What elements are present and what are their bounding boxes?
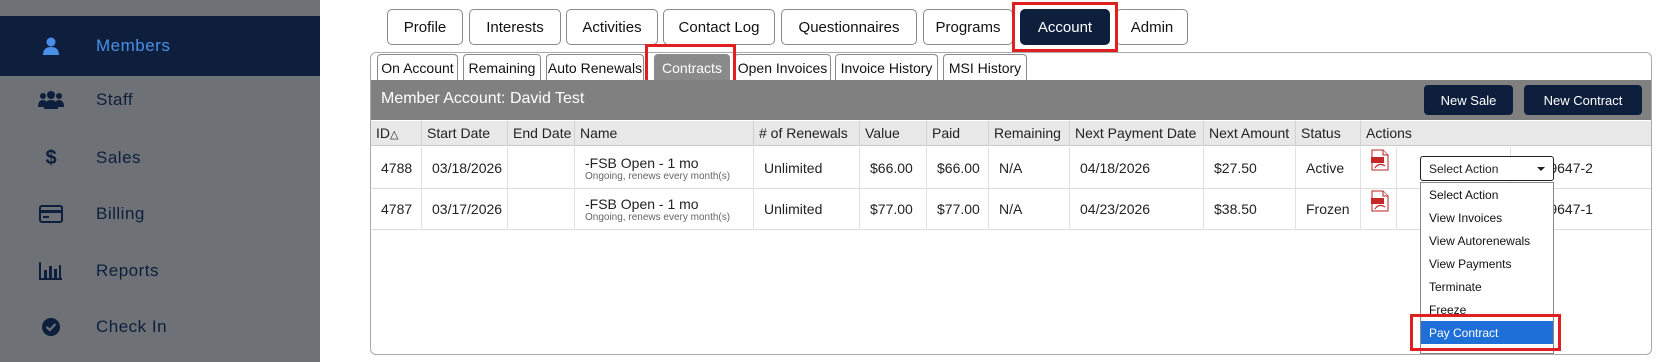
column-header-status[interactable]: Status	[1295, 121, 1360, 146]
sidebar: Members Staff $ Sales Billing Reports Ch…	[0, 0, 320, 362]
column-header-value[interactable]: Value	[859, 121, 926, 146]
sidebar-item-label: Members	[96, 36, 171, 55]
sidebar-item-check-in[interactable]: Check In	[0, 297, 320, 357]
tab-remaining[interactable]: Remaining	[463, 54, 541, 80]
column-header-remaining[interactable]: Remaining	[988, 121, 1069, 146]
sidebar-item-label: Sales	[96, 148, 142, 167]
option-view-autorenewals[interactable]: View Autorenewals	[1421, 229, 1553, 252]
cell-id: 4787	[381, 201, 413, 217]
tab-auto-renewals[interactable]: Auto Renewals	[546, 54, 644, 80]
tab-msi-history[interactable]: MSI History	[943, 54, 1027, 80]
column-header-id[interactable]: ID△	[371, 121, 421, 146]
contracts-table-header: ID△ Start Date End Date Name # of Renewa…	[371, 121, 1651, 146]
bar-chart-icon	[38, 258, 64, 284]
cell-remaining: N/A	[988, 188, 1069, 230]
tab-admin[interactable]: Admin	[1116, 9, 1188, 45]
column-header-label: ID	[376, 125, 390, 141]
cell-name: -FSB Open - 1 mo Ongoing, renews every m…	[574, 188, 753, 230]
option-terminate[interactable]: Terminate	[1421, 275, 1553, 298]
page-title: Member Account: David Test	[381, 90, 585, 107]
member-account-header: Member Account: David Test New Sale New …	[371, 80, 1651, 120]
pdf-icon[interactable]	[1370, 190, 1390, 212]
tab-profile[interactable]: Profile	[387, 9, 463, 45]
dollar-icon: $	[45, 146, 57, 169]
cell-renewals: Unlimited	[753, 188, 859, 230]
column-header-next-amount[interactable]: Next Amount	[1203, 121, 1295, 146]
cell-next-payment-date: 04/23/2026	[1069, 188, 1203, 230]
tab-on-account[interactable]: On Account	[377, 54, 458, 80]
column-header-next-payment-date[interactable]: Next Payment Date	[1069, 121, 1203, 146]
cell-start-date: 03/18/2026	[421, 147, 507, 189]
new-sale-button[interactable]: New Sale	[1424, 85, 1513, 115]
cell-next-payment-date: 04/18/2026	[1069, 147, 1203, 189]
option-pay-contract[interactable]: Pay Contract	[1421, 321, 1553, 344]
sidebar-item-billing[interactable]: Billing	[0, 184, 320, 244]
option-view-invoices[interactable]: View Invoices	[1421, 206, 1553, 229]
cell-status: Frozen	[1295, 188, 1360, 230]
sidebar-item-sales[interactable]: $ Sales	[0, 128, 320, 188]
tab-contact-log[interactable]: Contact Log	[663, 9, 775, 45]
tab-account[interactable]: Account	[1020, 9, 1110, 45]
column-header-name[interactable]: Name	[574, 121, 753, 146]
contract-name: -FSB Open - 1 mo	[585, 195, 699, 212]
sidebar-item-label: Check In	[96, 317, 168, 336]
cell-end-date	[507, 147, 574, 189]
cell-status: Active	[1295, 147, 1360, 189]
cell-next-amount: $27.50	[1203, 147, 1295, 189]
contract-name: -FSB Open - 1 mo	[585, 154, 699, 171]
option-select-action[interactable]: Select Action	[1421, 183, 1553, 206]
column-header-renewals[interactable]: # of Renewals	[753, 121, 859, 146]
contract-renewal-note: Ongoing, renews every month(s)	[585, 211, 731, 223]
option-freeze[interactable]: Freeze	[1421, 298, 1553, 321]
column-header-start-date[interactable]: Start Date	[421, 121, 507, 146]
new-contract-button[interactable]: New Contract	[1524, 85, 1642, 115]
sidebar-item-label: Staff	[96, 90, 134, 109]
cell-value: $77.00	[859, 188, 926, 230]
tab-invoice-history[interactable]: Invoice History	[835, 54, 938, 80]
tab-contracts[interactable]: Contracts	[654, 54, 730, 80]
action-select-value: Select Action	[1429, 161, 1499, 176]
cell-end-date	[507, 188, 574, 230]
tab-activities[interactable]: Activities	[566, 9, 658, 45]
sidebar-item-label: Billing	[96, 204, 145, 223]
tab-open-invoices[interactable]: Open Invoices	[734, 54, 831, 80]
tab-questionnaires[interactable]: Questionnaires	[781, 9, 917, 45]
cell-remaining: N/A	[988, 147, 1069, 189]
action-select[interactable]: Select Action	[1420, 156, 1554, 181]
tab-programs[interactable]: Programs	[923, 9, 1013, 45]
group-icon	[38, 87, 64, 113]
cell-renewals: Unlimited	[753, 147, 859, 189]
cell-id: 4788	[381, 160, 413, 176]
sidebar-item-reports[interactable]: Reports	[0, 241, 320, 301]
cell-value: $66.00	[859, 147, 926, 189]
cell-paid: $66.00	[926, 147, 988, 189]
sidebar-item-staff[interactable]: Staff	[0, 70, 320, 130]
cell-paid: $77.00	[926, 188, 988, 230]
sidebar-item-members[interactable]: Members	[0, 16, 320, 76]
chevron-down-icon	[1537, 167, 1545, 171]
contract-renewal-note: Ongoing, renews every month(s)	[585, 170, 731, 182]
pdf-icon[interactable]	[1370, 149, 1390, 171]
cell-next-amount: $38.50	[1203, 188, 1295, 230]
option-view-payments[interactable]: View Payments	[1421, 252, 1553, 275]
action-dropdown-menu: Select Action View Invoices View Autoren…	[1420, 182, 1554, 354]
tab-interests[interactable]: Interests	[469, 9, 561, 45]
user-icon	[38, 33, 64, 59]
column-header-paid[interactable]: Paid	[926, 121, 988, 146]
credit-card-icon	[38, 201, 64, 227]
sort-icon: △	[390, 129, 399, 141]
cell-start-date: 03/17/2026	[421, 188, 507, 230]
column-header-end-date[interactable]: End Date	[507, 121, 574, 146]
app-root: Members Staff $ Sales Billing Reports Ch…	[0, 0, 1666, 362]
cell-name: -FSB Open - 1 mo Ongoing, renews every m…	[574, 147, 753, 189]
check-circle-icon	[38, 314, 64, 340]
sidebar-item-label: Reports	[96, 261, 160, 280]
column-header-actions: Actions	[1360, 121, 1651, 146]
